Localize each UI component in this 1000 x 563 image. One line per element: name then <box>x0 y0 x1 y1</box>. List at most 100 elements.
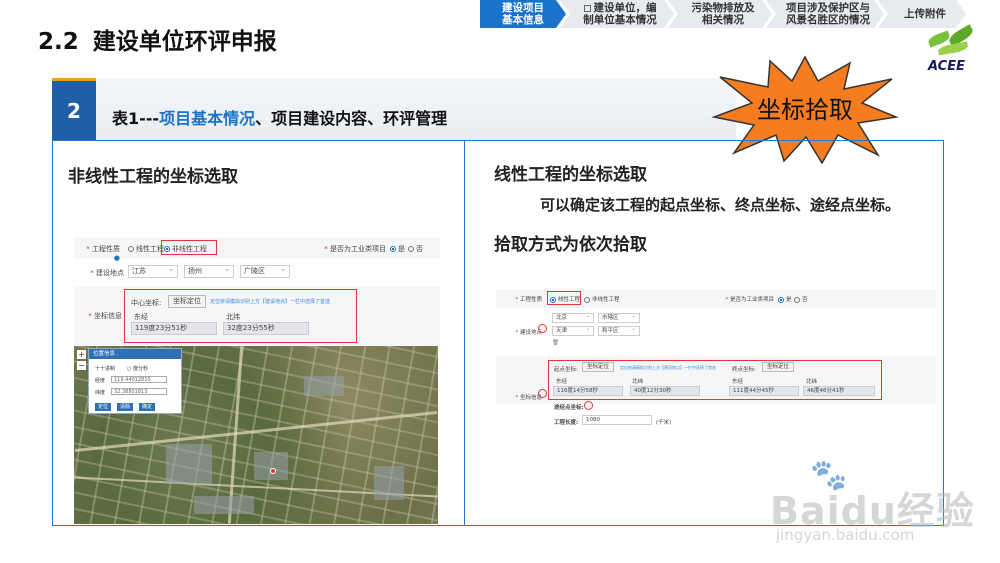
locate-hint: 定位依请模拟识别上方【建设地点】一栏中选择了首选 <box>210 299 331 305</box>
option-nonlinear[interactable]: 非线性工程 <box>584 295 620 303</box>
end-lat-value[interactable]: 46度46分41秒 <box>803 386 875 396</box>
popup-lat-input[interactable]: 32.38801813 <box>111 388 167 395</box>
mode-dms[interactable]: ○ 度分秒 <box>127 365 148 372</box>
industrial-no[interactable]: 否 <box>408 244 423 254</box>
step-upload[interactable]: 上传附件 <box>878 0 966 28</box>
heading-suffix: 、项目建设内容、环评管理 <box>255 109 448 128</box>
coord-label: * 坐标信息 <box>515 395 542 401</box>
step-label: 相关情况 <box>702 14 744 26</box>
start-locate-button[interactable]: 坐标定位 <box>582 362 614 372</box>
map-building <box>254 452 288 480</box>
slide-number: 2.2 <box>38 29 79 55</box>
step-label: 建设项目 <box>502 2 544 14</box>
district1-select[interactable]: 市辖区 <box>598 312 640 323</box>
waypoint-label: 途经点坐标: <box>554 405 584 411</box>
province-select[interactable]: 江苏 <box>128 264 178 278</box>
lat-value[interactable]: 32度23分55秒 <box>223 322 309 335</box>
radio-selected-icon <box>390 246 396 252</box>
section-heading: 表1---项目基本情况、项目建设内容、环评管理 <box>112 105 447 129</box>
start-lng-value[interactable]: 116度14分58秒 <box>553 386 623 396</box>
step-label: 污染物排放及 <box>691 2 755 14</box>
start-coord-label: 起点坐标: <box>554 367 578 373</box>
popup-confirm-button[interactable]: 确定 <box>139 403 155 411</box>
length-label: 工程长度: <box>554 420 579 426</box>
project-nature-label: * 工程性质 <box>515 297 542 303</box>
left-panel-title: 非线性工程的坐标选取 <box>68 167 238 187</box>
map-pin-icon <box>270 468 276 474</box>
radio-icon <box>794 296 800 303</box>
location-label: * 建设地点 <box>90 269 124 277</box>
zoom-in-icon[interactable]: + <box>77 350 86 359</box>
province1-select[interactable]: 北京 <box>552 312 594 323</box>
step-pollutants[interactable]: 污染物排放及 相关情况 <box>668 0 772 28</box>
watermark-url: jingyan.baidu.com <box>776 526 915 544</box>
lat-label: 北纬 <box>226 313 240 321</box>
lng-label: 东经 <box>134 313 148 321</box>
end-lat-label: 北纬 <box>806 379 818 385</box>
step-label: 项目涉及保护区与 <box>786 2 870 14</box>
trash-icon[interactable]: 🗑 <box>552 340 559 346</box>
heading-highlight: 项目基本情况 <box>159 109 256 128</box>
panel-divider <box>464 140 465 526</box>
industrial-yes[interactable]: 是 <box>778 295 792 303</box>
project-nature-label: * 工程性质 ● <box>86 245 120 262</box>
step-basic-info[interactable]: 建设项目 基本信息 <box>480 0 566 28</box>
slide-title-text: 建设单位环评申报 <box>92 29 277 55</box>
map-building <box>374 466 404 500</box>
coord-label: * 坐标信息 <box>88 312 122 320</box>
popup-title: 位置信息 <box>89 349 181 359</box>
map-building <box>166 444 212 484</box>
popup-locate-button[interactable]: 定位 <box>95 403 111 411</box>
step-protected-areas[interactable]: 项目涉及保护区与 风景名胜区的情况 <box>766 0 884 28</box>
right-panel-method: 拾取方式为依次拾取 <box>494 235 647 255</box>
map-building <box>304 376 344 396</box>
end-locate-button[interactable]: 坐标定位 <box>762 362 794 372</box>
step-label: 建设单位，编 <box>593 2 657 14</box>
radio-icon <box>584 296 590 303</box>
step-label: 基本信息 <box>502 14 544 26</box>
popup-lng-input[interactable]: 119.44012810 <box>111 376 167 383</box>
start-lat-value[interactable]: 40度12分30秒 <box>630 386 700 396</box>
locate-button[interactable]: 坐标定位 <box>168 295 206 308</box>
locate-hint: 定位依请模拟识别上方【建设地点】一栏中选择了首选 <box>620 365 716 370</box>
map-road <box>74 410 438 453</box>
district-select[interactable]: 广陵区 <box>240 264 290 278</box>
mode-decimal[interactable]: 十十进制 <box>95 365 115 372</box>
length-unit: (千米) <box>656 420 672 426</box>
popup-lat-label: 纬度 <box>95 390 106 396</box>
end-coord-label: 终点坐标: <box>732 367 756 373</box>
length-input[interactable]: 1080 <box>582 415 652 425</box>
popup-lng-label: 经度 <box>95 378 106 384</box>
step-navigation: 建设项目 基本信息 建设单位，编 制单位基本情况 污染物排放及 相关情况 项目涉及保护… <box>480 0 960 28</box>
step-label: 上传附件 <box>904 8 946 20</box>
heading-prefix: 表1--- <box>112 109 160 128</box>
step-label: 风景名胜区的情况 <box>786 14 870 26</box>
highlight-circle <box>538 389 547 398</box>
end-lng-value[interactable]: 111度44分45秒 <box>729 386 799 396</box>
province2-select[interactable]: 天津 <box>552 325 594 336</box>
industrial-label: * 是否为工业类项目 <box>324 245 386 253</box>
highlight-box <box>161 240 217 255</box>
location-label: * 建设地点 <box>515 330 542 336</box>
highlight-box <box>547 291 581 305</box>
radio-icon <box>408 246 414 252</box>
right-panel-title: 线性工程的坐标选取 <box>494 165 647 185</box>
leaf-icon <box>937 41 969 56</box>
lng-value[interactable]: 119度23分51秒 <box>131 322 217 335</box>
industrial-no[interactable]: 否 <box>794 295 808 303</box>
popup-clear-button[interactable]: 清除 <box>117 403 133 411</box>
zoom-out-icon[interactable]: − <box>77 361 86 370</box>
option-linear[interactable]: 线性工程 <box>128 244 164 254</box>
logo-text: ACEE <box>928 59 965 74</box>
district2-select[interactable]: 和平区 <box>598 325 640 336</box>
radio-icon <box>128 246 134 252</box>
industrial-yes[interactable]: 是 <box>390 244 405 254</box>
slide-title: 2.2 建设单位环评申报 <box>38 22 277 56</box>
right-panel-description: 可以确定该工程的起点坐标、终点坐标、途经点坐标。 <box>540 196 901 214</box>
city-select[interactable]: 扬州 <box>184 264 234 278</box>
radio-selected-icon <box>778 296 784 303</box>
step-unit-info[interactable]: 建设单位，编 制单位基本情况 <box>560 0 674 28</box>
add-waypoint-icon[interactable] <box>584 401 593 410</box>
step-label: 制单位基本情况 <box>583 14 657 26</box>
section-badge: 2 <box>52 78 96 140</box>
